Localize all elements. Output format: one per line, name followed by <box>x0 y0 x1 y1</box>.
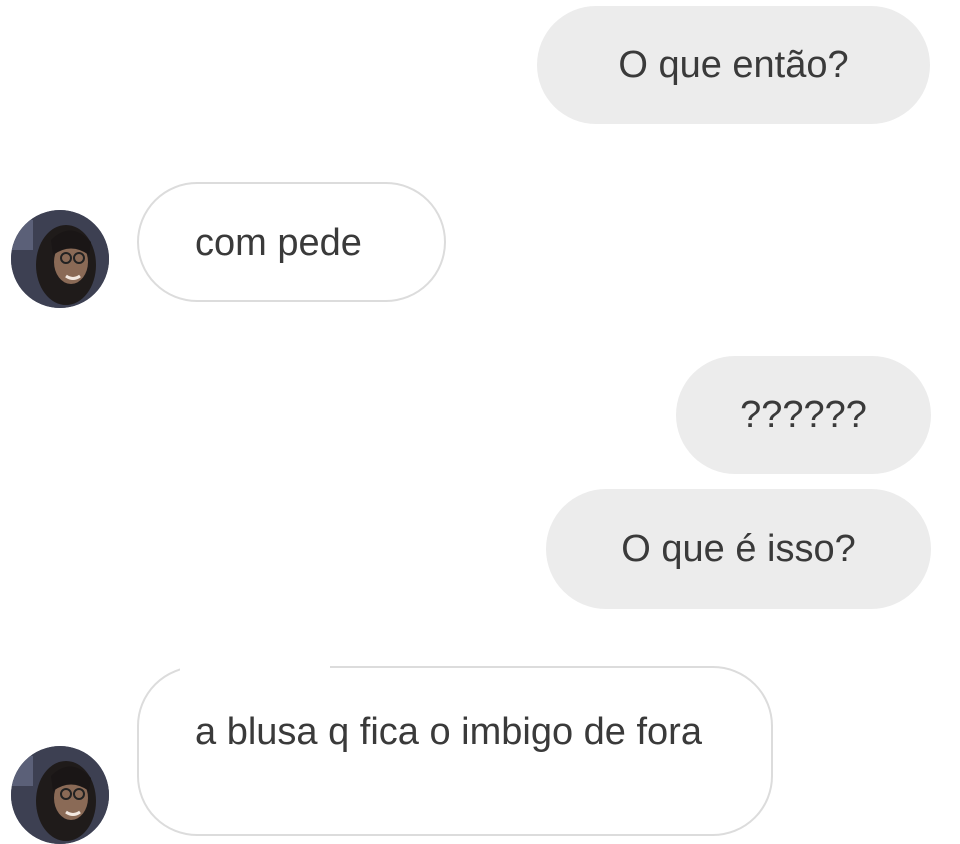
outgoing-message: O que então? <box>537 6 930 124</box>
outgoing-message: ?????? <box>676 356 931 474</box>
avatar-photo <box>11 746 109 844</box>
message-text: O que é isso? <box>621 528 856 570</box>
image-artifact <box>180 660 330 690</box>
chat-thread: O que então? com pede ?????? O que é iss… <box>0 0 960 844</box>
message-text: O que então? <box>618 44 849 86</box>
message-text: com pede <box>195 222 362 264</box>
incoming-message: a blusa q fica o imbigo de fora <box>137 666 773 836</box>
outgoing-message: O que é isso? <box>546 489 931 609</box>
message-text: a blusa q fica o imbigo de fora <box>195 711 702 753</box>
contact-avatar[interactable] <box>11 210 109 308</box>
avatar-photo <box>11 210 109 308</box>
incoming-message: com pede <box>137 182 446 302</box>
contact-avatar[interactable] <box>11 746 109 844</box>
message-text: ?????? <box>740 394 867 436</box>
